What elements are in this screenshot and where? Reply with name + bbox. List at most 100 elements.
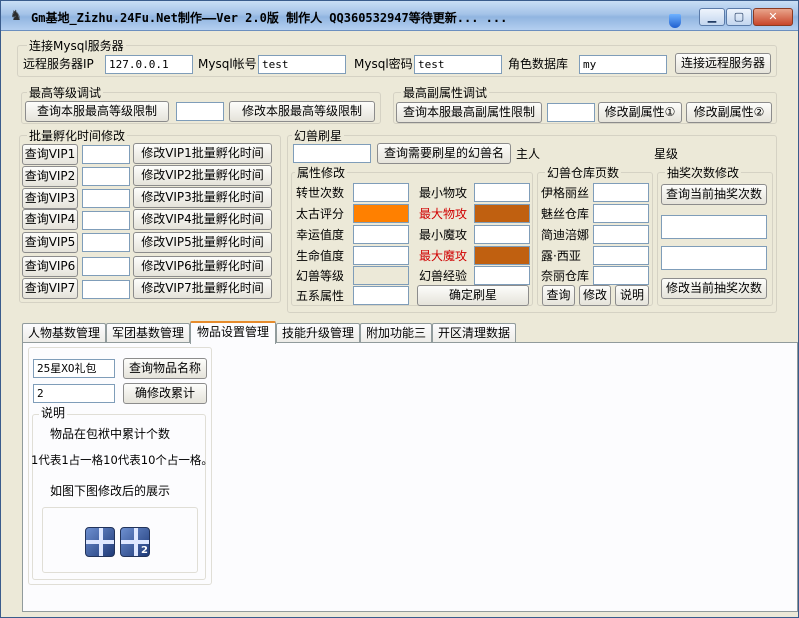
app-icon: ♞ (9, 8, 23, 24)
modify-maxlevel-button[interactable]: 修改本服最高等级限制 (229, 101, 375, 122)
user-input[interactable]: test (258, 55, 346, 74)
attr-label-rebirth: 转世次数 (296, 186, 345, 200)
sidebar-shield-icon (669, 14, 681, 28)
query-item-button[interactable]: 查询物品名称 (123, 358, 207, 379)
tab-extra[interactable]: 附加功能三 (360, 323, 432, 343)
host-input[interactable]: 127.0.0.1 (105, 55, 193, 74)
warehouse-input-5[interactable] (593, 266, 649, 285)
warehouse-label-1: 伊格丽丝 (541, 186, 590, 200)
help-text-3: 如图下图修改后的展示 (50, 484, 171, 498)
vip2-input[interactable] (82, 167, 130, 186)
lottery-input-1[interactable] (661, 215, 767, 239)
lottery-input-2[interactable] (661, 246, 767, 270)
attr-input-rebirth[interactable] (353, 183, 409, 202)
pwd-input[interactable]: test (414, 55, 502, 74)
query-maxattr-button[interactable]: 查询本服最高副属性限制 (396, 102, 542, 123)
tab-legion[interactable]: 军团基数管理 (106, 323, 190, 343)
gift-box-icon (85, 527, 115, 557)
user-label: Mysql帐号 (198, 57, 257, 71)
vip3-input[interactable] (82, 189, 130, 208)
confirm-count-button[interactable]: 确修改累计 (123, 383, 207, 404)
modify-vip3-button[interactable]: 修改VIP3批量孵化时间 (133, 187, 272, 208)
attr-input-maxmagic[interactable] (474, 246, 530, 265)
modify-vip1-button[interactable]: 修改VIP1批量孵化时间 (133, 143, 272, 164)
lottery-group-title: 抽奖次数修改 (665, 166, 742, 180)
owner-label: 主人 (516, 147, 541, 161)
vip6-input[interactable] (82, 257, 130, 276)
maxattr-group-title: 最高副属性调试 (401, 86, 490, 100)
vip4-input[interactable] (82, 211, 130, 230)
query-pet-button[interactable]: 查询需要刷星的幻兽名 (377, 143, 511, 164)
modify-vip6-button[interactable]: 修改VIP6批量孵化时间 (133, 256, 272, 277)
attr-label-level: 幻兽等级 (296, 269, 345, 283)
modify-vip4-button[interactable]: 修改VIP4批量孵化时间 (133, 209, 272, 230)
close-button[interactable]: ✕ (753, 8, 793, 26)
warehouse-query-button[interactable]: 查询 (542, 285, 575, 306)
db-label: 角色数据库 (508, 57, 569, 71)
modify-vip7-button[interactable]: 修改VIP7批量孵化时间 (133, 278, 272, 299)
mysql-group-title: 连接Mysql服务器 (27, 39, 126, 53)
attr-label-minphys: 最小物攻 (419, 186, 468, 200)
attr-label-minmagic: 最小魔攻 (419, 228, 468, 242)
modify-lottery-button[interactable]: 修改当前抽奖次数 (661, 278, 767, 299)
attr-input-maxphys[interactable] (474, 204, 530, 223)
query-lottery-button[interactable]: 查询当前抽奖次数 (661, 184, 767, 205)
attr-input-ancient[interactable] (353, 204, 409, 223)
maximize-button[interactable]: ▢ (726, 8, 752, 26)
attr-input-exp[interactable] (474, 266, 530, 285)
vip7-input[interactable] (82, 280, 130, 299)
query-vip5-button[interactable]: 查询VIP5 (22, 232, 78, 253)
help-group-title: 说明 (39, 406, 68, 420)
warehouse-input-3[interactable] (593, 225, 649, 244)
tab-cleanup[interactable]: 开区清理数据 (432, 323, 516, 343)
modify-vip2-button[interactable]: 修改VIP2批量孵化时间 (133, 165, 272, 186)
warehouse-label-5: 奈丽仓库 (541, 269, 590, 283)
modify-attr1-button[interactable]: 修改副属性① (598, 102, 682, 123)
warehouse-label-3: 简迪涪娜 (541, 228, 590, 242)
maxattr-input[interactable] (547, 103, 595, 122)
attr-input-element[interactable] (353, 286, 409, 305)
confirm-star-button[interactable]: 确定刷星 (417, 285, 529, 306)
minimize-icon: ▁ (707, 10, 717, 23)
warehouse-input-1[interactable] (593, 183, 649, 202)
attr-input-minmagic[interactable] (474, 225, 530, 244)
modify-attr2-button[interactable]: 修改副属性② (686, 102, 772, 123)
warehouse-input-4[interactable] (593, 246, 649, 265)
vip5-input[interactable] (82, 233, 130, 252)
attr-input-luck[interactable] (353, 225, 409, 244)
warehouse-group-title: 幻兽仓库页数 (545, 166, 622, 180)
query-vip4-button[interactable]: 查询VIP4 (22, 209, 78, 230)
attr-input-level (353, 266, 409, 285)
query-maxlevel-button[interactable]: 查询本服最高等级限制 (25, 101, 169, 122)
modify-vip5-button[interactable]: 修改VIP5批量孵化时间 (133, 232, 272, 253)
item-count-input[interactable]: 2 (33, 384, 115, 403)
tab-character[interactable]: 人物基数管理 (22, 323, 106, 343)
warehouse-help-button[interactable]: 说明 (615, 285, 649, 306)
attr-label-exp: 幻兽经验 (419, 269, 468, 283)
maxlevel-input[interactable] (176, 102, 224, 121)
main-window: ♞ Gm基地_Zizhu.24Fu.Net制作——Ver 2.0版 制作人 QQ… (0, 0, 799, 618)
tab-skills[interactable]: 技能升级管理 (276, 323, 360, 343)
minimize-button[interactable]: ▁ (699, 8, 725, 26)
title-bar[interactable]: ♞ Gm基地_Zizhu.24Fu.Net制作——Ver 2.0版 制作人 QQ… (1, 1, 798, 31)
query-vip2-button[interactable]: 查询VIP2 (22, 166, 78, 187)
warehouse-modify-button[interactable]: 修改 (579, 285, 611, 306)
warehouse-input-2[interactable] (593, 204, 649, 223)
query-vip7-button[interactable]: 查询VIP7 (22, 278, 78, 299)
connect-button[interactable]: 连接远程服务器 (675, 53, 771, 74)
query-vip3-button[interactable]: 查询VIP3 (22, 188, 78, 209)
attr-input-minphys[interactable] (474, 183, 530, 202)
vip1-input[interactable] (82, 145, 130, 164)
attr-input-life[interactable] (353, 246, 409, 265)
db-input[interactable]: my (579, 55, 667, 74)
query-vip6-button[interactable]: 查询VIP6 (22, 256, 78, 277)
warehouse-label-2: 魅丝仓库 (541, 207, 590, 221)
gift-count: 2 (141, 545, 148, 556)
query-vip1-button[interactable]: 查询VIP1 (22, 144, 78, 165)
pet-name-input[interactable] (293, 144, 371, 163)
star-label: 星级 (654, 147, 679, 161)
attr-label-maxmagic: 最大魔攻 (419, 249, 468, 263)
item-name-input[interactable]: 25星XO礼包 (33, 359, 115, 378)
tab-items[interactable]: 物品设置管理 (190, 321, 276, 344)
pet-group-title: 幻兽刷星 (292, 129, 345, 143)
